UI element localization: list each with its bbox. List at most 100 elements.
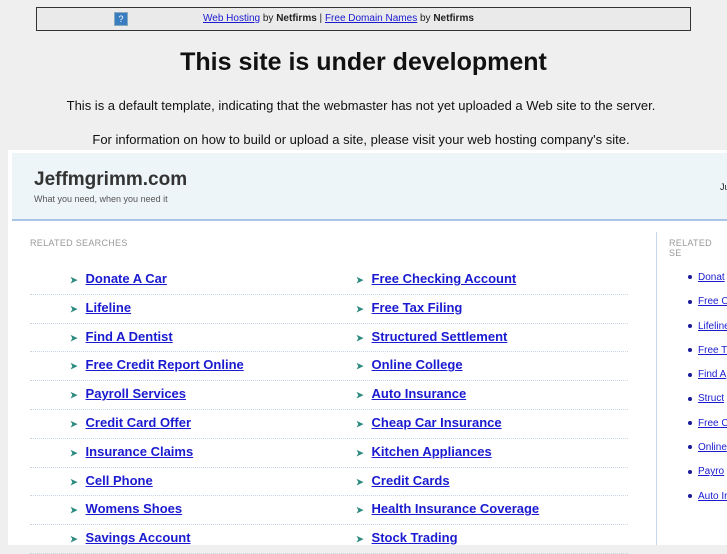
related-link[interactable]: Free C (698, 296, 727, 307)
search-item: ➤ Stock Trading (356, 530, 458, 545)
search-link[interactable]: Online College (372, 357, 463, 372)
netfirms-bar: ? Web Hosting by Netfirms | Free Domain … (36, 7, 691, 31)
search-link[interactable]: Cell Phone (86, 473, 153, 488)
bullet-icon (688, 396, 692, 401)
arrow-icon: ➤ (356, 505, 364, 516)
search-item: ➤ Free Credit Report Online (70, 357, 244, 372)
table-row: ➤ Donate A Car ➤ Free Checking Account (30, 266, 628, 295)
search-item: ➤ Womens Shoes (70, 501, 182, 516)
search-link[interactable]: Credit Card Offer (86, 415, 191, 430)
search-link[interactable]: Kitchen Appliances (372, 444, 492, 459)
bullet-icon (688, 494, 692, 499)
search-item: ➤ Health Insurance Coverage (356, 501, 539, 516)
list-item: Donat (688, 272, 727, 296)
search-item: ➤ Credit Card Offer (70, 415, 191, 430)
search-item: ➤ Cell Phone (70, 473, 153, 488)
arrow-icon: ➤ (356, 534, 364, 545)
table-row: ➤ Free Credit Report Online ➤ Online Colleg… (30, 352, 628, 382)
related-link[interactable]: Free T (698, 345, 727, 356)
search-item: ➤ Lifeline (70, 300, 131, 315)
search-link[interactable]: Savings Account (86, 530, 191, 545)
arrow-icon: ➤ (356, 303, 364, 314)
column-divider (656, 232, 657, 545)
search-link[interactable]: Insurance Claims (86, 444, 194, 459)
search-item: ➤ Free Tax Filing (356, 300, 462, 315)
search-link[interactable]: Auto Insurance (372, 386, 467, 401)
search-link[interactable]: Donate A Car (86, 271, 167, 286)
info-paragraph-2: For information on how to build or uploa… (92, 132, 630, 147)
search-link[interactable]: Credit Cards (372, 473, 450, 488)
netfirms-links: Web Hosting by Netfirms | Free Domain Na… (203, 13, 474, 24)
list-item: Find A (688, 369, 727, 393)
search-item: ➤ Savings Account (70, 530, 191, 545)
separator: | (316, 13, 325, 24)
related-searches-list: ➤ Donate A Car ➤ Free Checking Account ➤ Life… (30, 266, 628, 554)
search-link[interactable]: Find A Dentist (86, 329, 173, 344)
arrow-icon: ➤ (356, 361, 364, 372)
arrow-icon: ➤ (70, 447, 78, 458)
table-row: ➤ Insurance Claims ➤ Kitchen Appliances (30, 439, 628, 468)
related-link[interactable]: Payro (698, 466, 724, 477)
search-link[interactable]: Free Checking Account (372, 271, 517, 286)
search-item: ➤ Find A Dentist (70, 329, 173, 344)
bullet-icon (688, 299, 692, 304)
arrow-icon: ➤ (356, 332, 364, 343)
arrow-icon: ➤ (70, 332, 78, 343)
arrow-icon: ➤ (70, 418, 78, 429)
arrow-icon: ➤ (70, 303, 78, 314)
brand: Netfirms (276, 13, 317, 24)
search-link[interactable]: Cheap Car Insurance (372, 415, 502, 430)
help-icon[interactable]: ? (114, 12, 128, 26)
right-related-list: Donat Free C Lifeline Free T Find A Struct Fre… (688, 272, 727, 515)
bullet-icon (688, 372, 692, 377)
related-link[interactable]: Online (698, 442, 727, 453)
list-item: Struct (688, 393, 727, 417)
arrow-icon: ➤ (356, 447, 364, 458)
table-row: ➤ Find A Dentist ➤ Structured Settlement (30, 324, 628, 353)
search-item: ➤ Kitchen Appliances (356, 444, 492, 459)
search-item: ➤ Free Checking Account (356, 271, 516, 286)
search-link[interactable]: Stock Trading (372, 530, 458, 545)
web-hosting-link[interactable]: Web Hosting (203, 13, 260, 24)
table-row: ➤ Payroll Services ➤ Auto Insurance (30, 381, 628, 410)
arrow-icon: ➤ (356, 476, 364, 487)
table-row: ➤ Lifeline ➤ Free Tax Filing (30, 295, 628, 324)
list-item: Lifeline (688, 321, 727, 345)
search-link[interactable]: Health Insurance Coverage (372, 501, 540, 516)
search-item: ➤ Structured Settlement (356, 329, 507, 344)
related-link[interactable]: Free C (698, 418, 727, 429)
list-item: Free T (688, 345, 727, 369)
related-link[interactable]: Donat (698, 272, 725, 283)
search-link[interactable]: Structured Settlement (372, 329, 508, 344)
page-title: This site is under development (180, 48, 547, 76)
search-link[interactable]: Free Tax Filing (372, 300, 463, 315)
arrow-icon: ➤ (70, 361, 78, 372)
by-text: by (260, 13, 277, 24)
right-related-heading: RELATED SE (669, 238, 712, 258)
arrow-icon: ➤ (70, 275, 78, 285)
arrow-icon: ➤ (70, 390, 78, 401)
search-link[interactable]: Payroll Services (86, 386, 186, 401)
search-link[interactable]: Womens Shoes (86, 501, 183, 516)
search-link[interactable]: Lifeline (86, 300, 132, 315)
search-item: ➤ Insurance Claims (70, 444, 193, 459)
bullet-icon (688, 421, 692, 426)
related-link[interactable]: Find A (698, 369, 726, 380)
search-link[interactable]: Free Credit Report Online (86, 357, 244, 372)
search-item: ➤ Cheap Car Insurance (356, 415, 502, 430)
site-tagline: What you need, when you need it (34, 194, 168, 204)
related-link[interactable]: Struct (698, 393, 724, 404)
search-item: ➤ Auto Insurance (356, 386, 466, 401)
arrow-icon: ➤ (70, 476, 78, 487)
arrow-icon: ➤ (70, 505, 78, 516)
related-link[interactable]: Lifeline (698, 321, 727, 332)
table-row: ➤ Credit Card Offer ➤ Cheap Car Insurance (30, 410, 628, 439)
bullet-icon (688, 323, 692, 328)
bullet-icon (688, 348, 692, 353)
free-domain-link[interactable]: Free Domain Names (325, 13, 417, 24)
search-item: ➤ Online College (356, 357, 463, 372)
search-item: ➤ Payroll Services (70, 386, 186, 401)
site-name[interactable]: Jeffmgrimm.com (34, 169, 187, 191)
bullet-icon (688, 469, 692, 474)
related-link[interactable]: Auto Ir (698, 491, 727, 502)
